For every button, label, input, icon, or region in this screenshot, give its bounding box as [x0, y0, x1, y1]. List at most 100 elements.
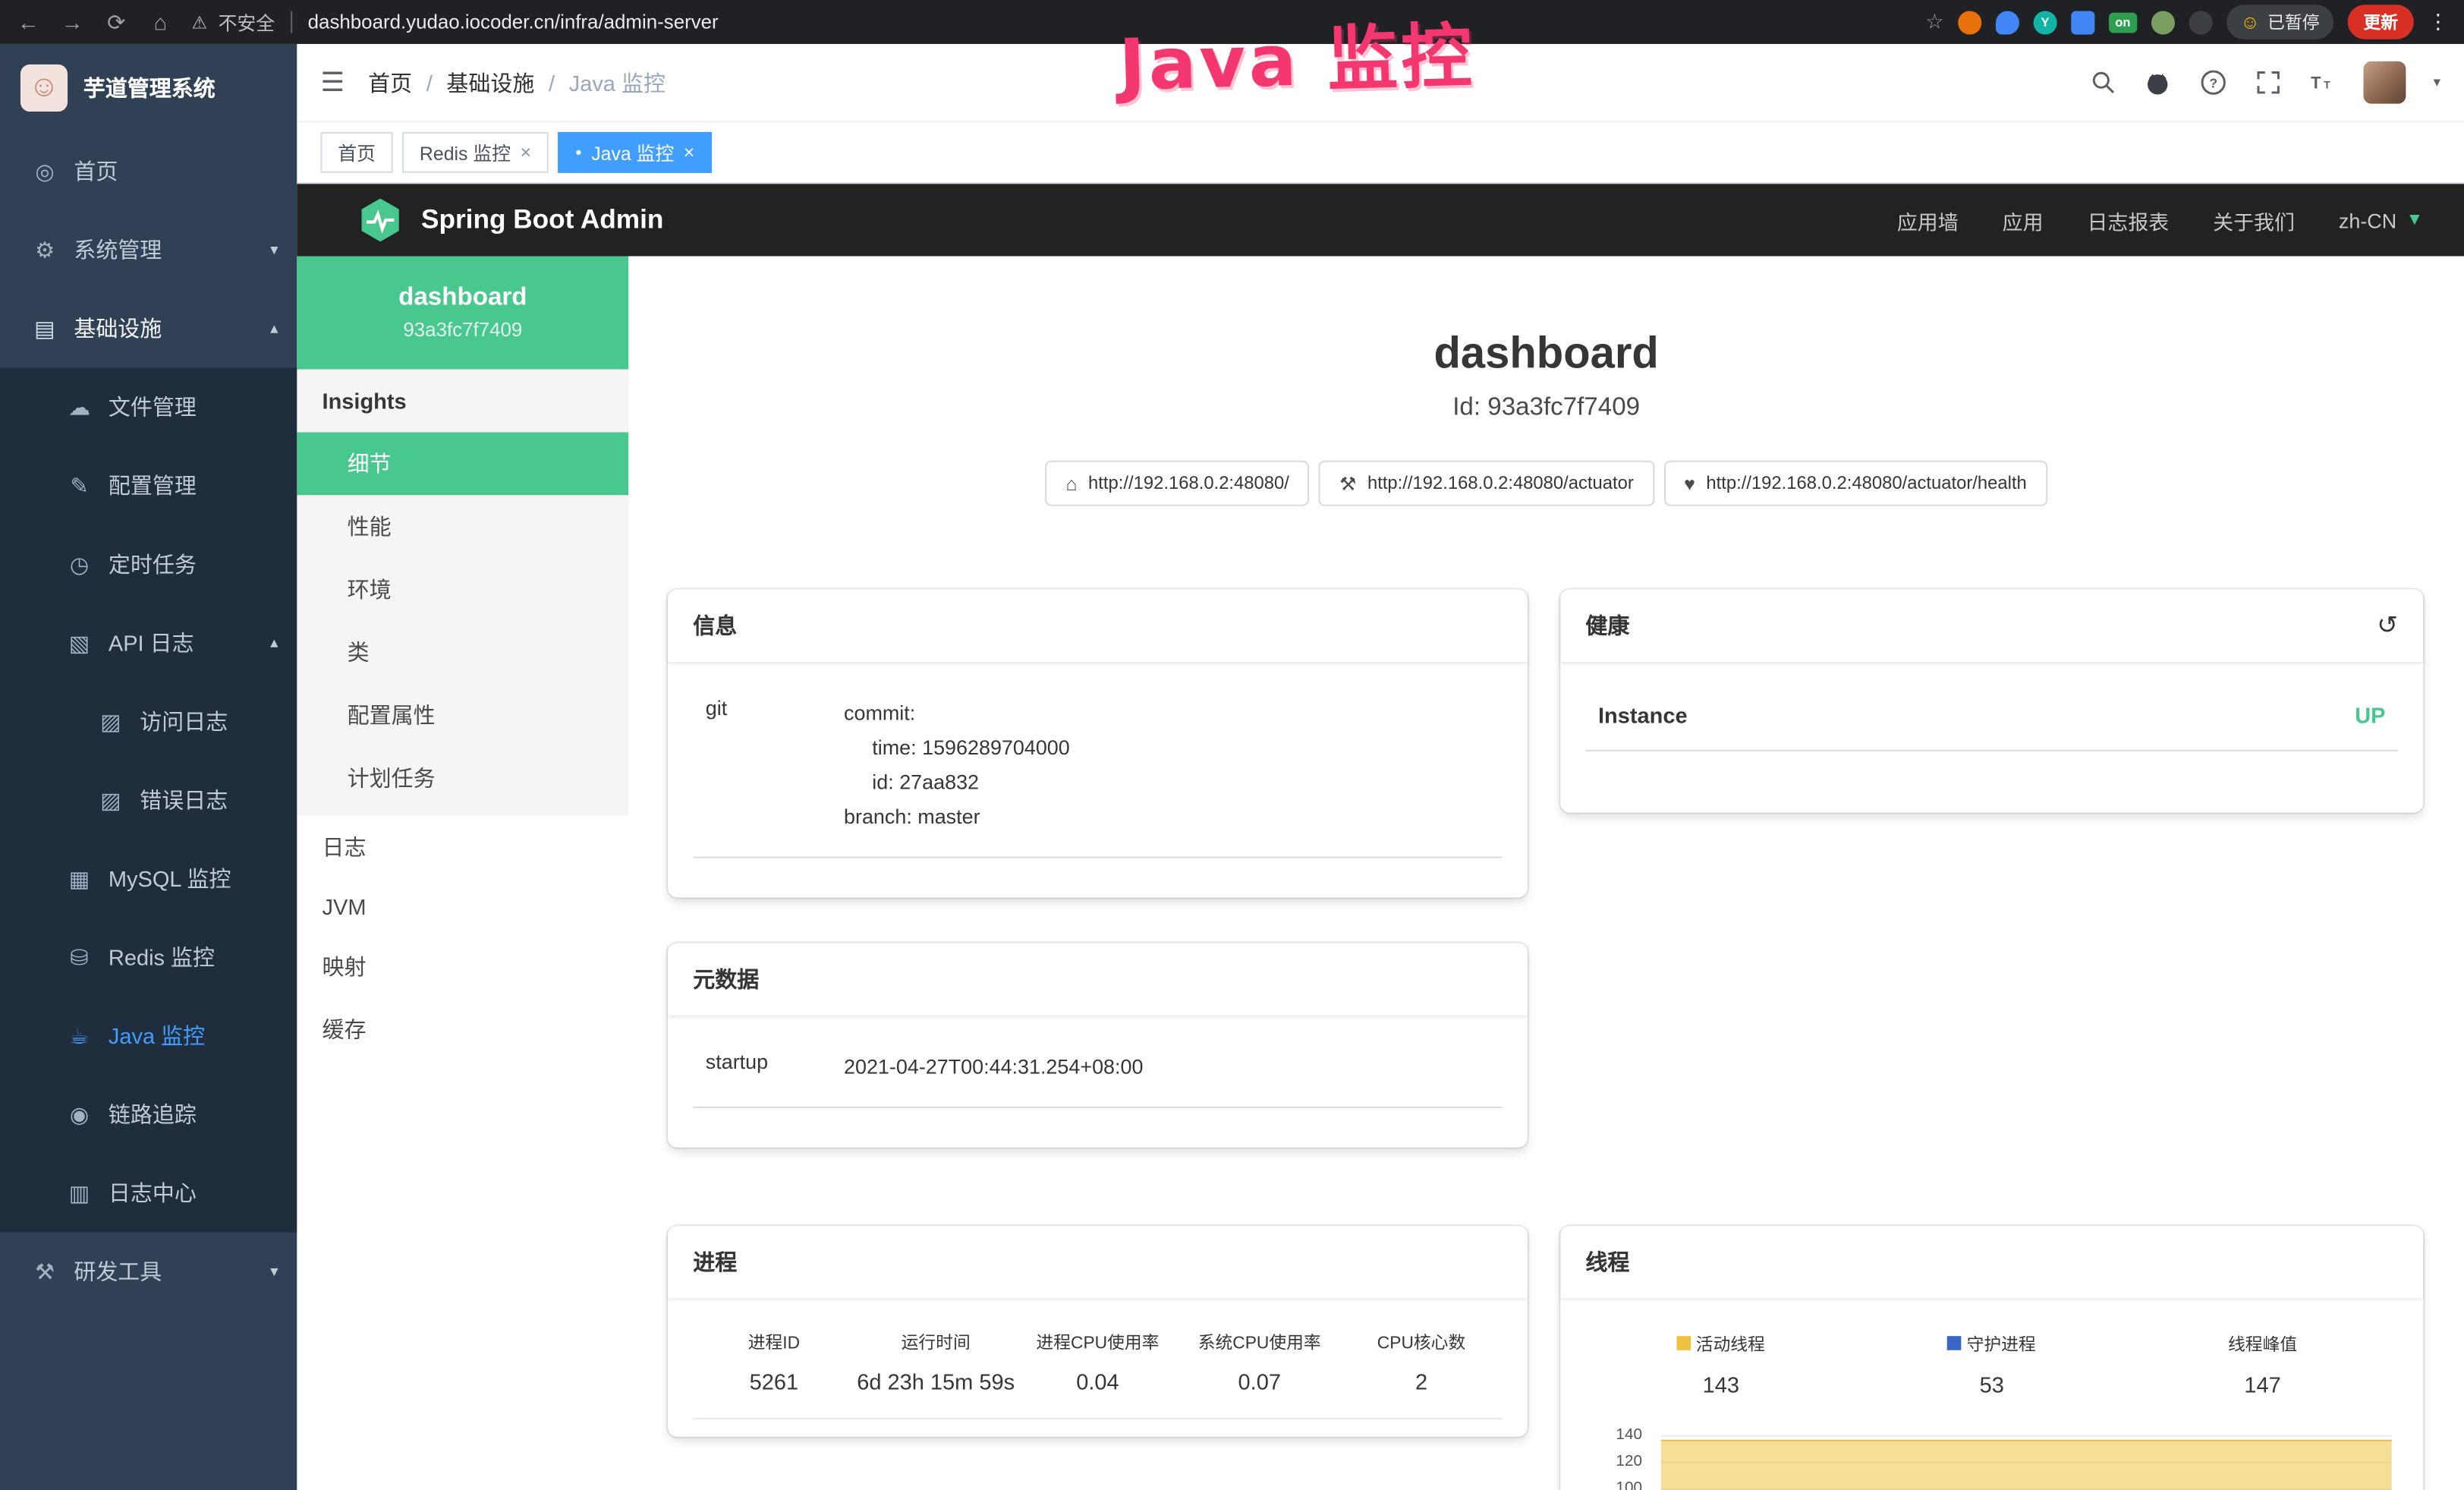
actuator-url-link[interactable]: ⚒ http://192.168.0.2:48080/actuator: [1319, 461, 1654, 506]
sba-item-mappings[interactable]: 映射: [297, 935, 628, 998]
forward-icon[interactable]: →: [60, 9, 85, 34]
y-tick: 140: [1616, 1426, 1642, 1444]
health-url-link[interactable]: ♥ http://192.168.0.2:48080/actuator/heal…: [1663, 461, 2047, 506]
history-icon[interactable]: ↺: [2377, 610, 2398, 641]
sidebar-item-label: 文件管理: [109, 392, 197, 423]
sidebar-item-config-management[interactable]: ✎ 配置管理: [0, 446, 297, 525]
font-size-icon[interactable]: T T: [2309, 68, 2337, 96]
legend-value: 53: [1856, 1372, 2127, 1397]
sidebar-item-redis-monitor[interactable]: ⛁ Redis 监控: [0, 918, 297, 997]
sba-item-config-props[interactable]: 配置属性: [297, 684, 628, 747]
info-card-header: 信息: [668, 590, 1528, 662]
breadcrumb-separator: /: [549, 70, 555, 95]
browser-menu-icon[interactable]: ⋮: [2428, 9, 2448, 34]
sidebar-item-tracing[interactable]: ◉ 链路追踪: [0, 1075, 297, 1154]
tab-java-monitor[interactable]: ● Java 监控 ×: [558, 132, 712, 173]
sba-item-scheduled-tasks[interactable]: 计划任务: [297, 747, 628, 810]
sba-body: dashboard 93a3fc7f7409 Insights 细节 性能 环境…: [297, 257, 2464, 1490]
sidebar-item-file-management[interactable]: ☁ 文件管理: [0, 368, 297, 447]
sidebar-item-access-logs[interactable]: ▨ 访问日志: [0, 682, 297, 761]
sba-item-environment[interactable]: 环境: [297, 558, 628, 621]
close-icon[interactable]: ×: [520, 141, 531, 163]
metadata-card-body: startup 2021-04-27T00:44:31.254+08:00: [668, 1016, 1528, 1108]
reload-icon[interactable]: ⟳: [104, 8, 129, 35]
tab-home[interactable]: 首页: [320, 132, 392, 173]
extension-icon-leaf[interactable]: [2151, 10, 2174, 33]
breadcrumb-item[interactable]: 首页: [368, 67, 412, 98]
app-logo-row[interactable]: ☺ 芋道管理系统: [0, 44, 297, 132]
sba-item-logs[interactable]: 日志: [297, 816, 628, 879]
hamburger-icon[interactable]: ☰: [320, 67, 345, 98]
sba-item-details[interactable]: 细节: [297, 432, 628, 495]
url-text[interactable]: dashboard.yudao.iocoder.cn/infra/admin-s…: [308, 11, 719, 33]
legend-value: 147: [2127, 1372, 2398, 1397]
sba-nav-journal[interactable]: 日志报表: [2088, 205, 2170, 235]
back-icon[interactable]: ←: [16, 9, 41, 34]
locale-selector[interactable]: zh-CN ▼: [2339, 208, 2423, 232]
fullscreen-icon[interactable]: [2254, 68, 2282, 96]
extension-on-badge[interactable]: on: [2109, 12, 2137, 33]
avatar[interactable]: [2364, 61, 2406, 104]
profile-paused-chip[interactable]: ☺ 已暂停: [2226, 5, 2333, 39]
app-title: 芋道管理系统: [83, 72, 216, 103]
info-card-body: git commit: time: 1596289704000 id: 27aa…: [668, 662, 1528, 859]
chevron-down-icon: ▾: [270, 241, 278, 259]
github-icon[interactable]: [2145, 68, 2173, 96]
sba-instance-header[interactable]: dashboard 93a3fc7f7409: [297, 257, 628, 370]
document-icon: ▧: [66, 629, 93, 656]
sidebar-item-java-monitor[interactable]: ☕ Java 监控: [0, 997, 297, 1076]
chevron-down-icon[interactable]: ▾: [2434, 74, 2440, 91]
extension-icon-drop[interactable]: [1996, 10, 2019, 33]
browser-home-icon[interactable]: ⌂: [148, 9, 173, 34]
extension-icon-grid[interactable]: [2071, 10, 2094, 33]
sba-brand[interactable]: Spring Boot Admin: [357, 197, 663, 244]
sidebar-item-infrastructure[interactable]: ▤ 基础设施 ▴: [0, 289, 297, 368]
gridline: [1661, 1435, 2392, 1437]
bookmark-star-icon[interactable]: ☆: [1925, 9, 1943, 34]
help-icon[interactable]: ?: [2199, 68, 2227, 96]
sidebar-item-dev-tools[interactable]: ⚒ 研发工具 ▾: [0, 1233, 297, 1312]
sidebar-item-error-logs[interactable]: ▨ 错误日志: [0, 761, 297, 840]
tab-redis-monitor[interactable]: Redis 监控 ×: [402, 132, 549, 173]
heart-icon: ♥: [1684, 472, 1695, 494]
sidebar-item-scheduled-jobs[interactable]: ◷ 定时任务: [0, 525, 297, 604]
process-card: 进程 进程ID 5261 运行时间 6d 23h 15m 59s: [668, 1226, 1528, 1436]
service-url-link[interactable]: ⌂ http://192.168.0.2:48080/: [1046, 461, 1310, 506]
chrome-update-button[interactable]: 更新: [2348, 5, 2414, 39]
admin-sidebar: ☺ 芋道管理系统 ◎ 首页 ⚙ 系统管理 ▾ ▤ 基础设施 ▴: [0, 44, 297, 1490]
link-label: http://192.168.0.2:48080/actuator/health: [1706, 474, 2026, 493]
sba-item-caches[interactable]: 缓存: [297, 998, 628, 1061]
search-icon[interactable]: [2089, 68, 2117, 96]
close-icon[interactable]: ×: [684, 141, 695, 163]
extensions-puzzle-icon[interactable]: [2189, 10, 2212, 33]
sba-item-classes[interactable]: 类: [297, 621, 628, 684]
infrastructure-submenu: ☁ 文件管理 ✎ 配置管理 ◷ 定时任务 ▧ API 日志 ▴: [0, 368, 297, 1233]
card-title: 信息: [693, 610, 737, 641]
sidebar-item-api-logs[interactable]: ▧ API 日志 ▴: [0, 603, 297, 682]
eye-icon: ◉: [66, 1101, 93, 1128]
threads-chart: 140 120 100: [1585, 1422, 2398, 1490]
extension-icon-y[interactable]: Y: [2034, 10, 2057, 33]
sba-nav-applications[interactable]: 应用: [2003, 205, 2044, 235]
sba-nav-wallboard[interactable]: 应用墙: [1897, 205, 1959, 235]
sidebar-item-system[interactable]: ⚙ 系统管理 ▾: [0, 210, 297, 289]
sidebar-item-home[interactable]: ◎ 首页: [0, 132, 297, 211]
chart-plot-area: [1661, 1422, 2392, 1490]
threads-card-body: 活动线程 143 守护进程 53: [1560, 1298, 2423, 1490]
extension-icon-orange[interactable]: [1958, 10, 1981, 33]
sba-item-jvm[interactable]: JVM: [297, 879, 628, 936]
sidebar-item-label: 研发工具: [74, 1256, 162, 1287]
svg-text:T: T: [2324, 78, 2331, 90]
address-divider: [291, 11, 292, 33]
sidebar-item-mysql-monitor[interactable]: ▦ MySQL 监控: [0, 840, 297, 918]
breadcrumb-item[interactable]: 基础设施: [446, 67, 534, 98]
git-branch-line: branch: master: [844, 801, 1503, 836]
sba-nav-about[interactable]: 关于我们: [2213, 205, 2295, 235]
security-label[interactable]: 不安全: [219, 8, 275, 35]
sba-item-metrics[interactable]: 性能: [297, 495, 628, 558]
sidebar-item-log-center[interactable]: ▥ 日志中心: [0, 1154, 297, 1233]
metadata-card: 元数据 startup 2021-04-27T00:44:31.254+08:0…: [668, 943, 1528, 1147]
instance-links: ⌂ http://192.168.0.2:48080/ ⚒ http://192…: [628, 461, 2464, 506]
address-bar[interactable]: ⚠ 不安全 dashboard.yudao.iocoder.cn/infra/a…: [192, 8, 719, 35]
legend-label: 活动线程: [1696, 1331, 1765, 1356]
